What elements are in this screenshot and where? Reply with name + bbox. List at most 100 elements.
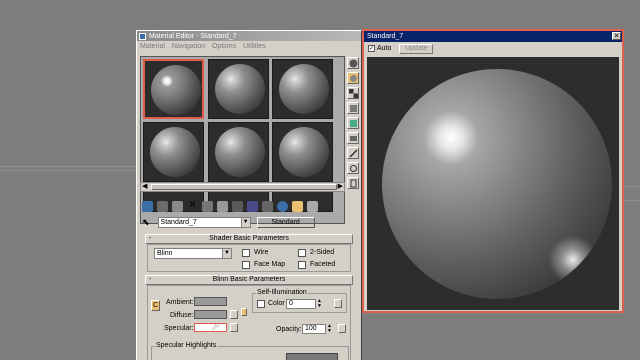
shader-rollout-title: Shader Basic Parameters bbox=[209, 235, 289, 242]
make-copy-icon[interactable] bbox=[202, 200, 213, 212]
menu-utilities[interactable]: Utilities bbox=[243, 43, 266, 50]
auto-checkbox[interactable]: ✓ bbox=[368, 45, 375, 52]
blinn-rollout-title: Blinn Basic Parameters bbox=[212, 276, 286, 283]
preview-title: Standard_7 bbox=[367, 33, 404, 40]
shader-type-dropdown[interactable]: Blinn ▼ bbox=[154, 248, 232, 259]
pick-material-icon[interactable]: ⬉ bbox=[142, 217, 150, 228]
menu-options[interactable]: Options bbox=[212, 43, 236, 50]
diffuse-color-swatch[interactable] bbox=[194, 310, 227, 319]
opacity-map-button[interactable] bbox=[338, 324, 346, 333]
preview-sphere bbox=[382, 69, 612, 299]
wire-label: Wire bbox=[254, 249, 269, 256]
show-end-result-icon[interactable] bbox=[277, 200, 288, 212]
material-preview-window: Standard_7 ✕ ✓ Auto Update bbox=[362, 29, 624, 313]
material-name-field[interactable]: Standard_7 ▼ bbox=[157, 216, 251, 228]
rollout-toggle: - bbox=[149, 235, 152, 242]
scrollbar-thumb[interactable] bbox=[151, 184, 337, 190]
material-name-row: ⬉ Standard_7 ▼ Standard bbox=[142, 216, 352, 228]
face-map-checkbox[interactable] bbox=[242, 261, 250, 269]
specular-highlights-label: Specular Highlights bbox=[155, 342, 218, 349]
make-preview-icon[interactable] bbox=[347, 132, 359, 144]
scroll-right-icon[interactable]: ▶ bbox=[338, 183, 343, 191]
go-forward-to-sibling-icon[interactable] bbox=[307, 200, 318, 212]
sample-slot-6[interactable] bbox=[272, 122, 333, 182]
material-editor-titlebar[interactable]: Material Editor - Standard_7 bbox=[137, 31, 361, 41]
spinner-icon[interactable]: ▲ ▼ bbox=[317, 299, 322, 309]
self-illum-value: 0 bbox=[289, 300, 293, 307]
uv-tiling-icon[interactable] bbox=[347, 102, 359, 114]
sample-sphere bbox=[150, 127, 200, 177]
backlight-icon[interactable] bbox=[347, 72, 359, 84]
blinn-rollout-header[interactable]: - Blinn Basic Parameters bbox=[145, 275, 353, 285]
chevron-down-icon[interactable]: ▼ bbox=[222, 249, 231, 258]
select-by-material-icon[interactable] bbox=[347, 162, 359, 174]
lock-label: C bbox=[152, 302, 159, 309]
specular-map-button[interactable] bbox=[230, 323, 238, 332]
two-sided-label: 2-Sided bbox=[310, 249, 335, 256]
material-navigator-icon[interactable] bbox=[347, 177, 359, 189]
sample-sphere bbox=[151, 65, 201, 115]
self-illum-map-button[interactable] bbox=[334, 299, 342, 308]
opacity-field[interactable]: 100 bbox=[302, 324, 326, 334]
material-name-text: Standard_7 bbox=[160, 218, 197, 226]
self-illumination-label: Self-Illumination bbox=[256, 289, 308, 296]
grid-line bbox=[0, 166, 136, 167]
sample-slot-1[interactable] bbox=[143, 59, 204, 119]
sample-slot-3[interactable] bbox=[272, 59, 333, 119]
background-checker-icon[interactable] bbox=[347, 87, 359, 99]
self-illum-value-field[interactable]: 0 bbox=[286, 299, 316, 309]
options-icon[interactable] bbox=[347, 147, 359, 159]
wire-checkbox[interactable] bbox=[242, 249, 250, 257]
two-sided-checkbox[interactable] bbox=[298, 249, 306, 257]
opacity-label: Opacity: bbox=[276, 326, 302, 333]
ambient-color-swatch[interactable] bbox=[194, 297, 227, 306]
sample-sphere bbox=[215, 64, 265, 114]
sample-type-icon[interactable] bbox=[347, 57, 359, 69]
specular-highlights-group: Specular Highlights bbox=[151, 342, 349, 360]
preview-titlebar[interactable]: Standard_7 ✕ bbox=[364, 31, 622, 42]
side-toolbar bbox=[347, 57, 360, 192]
blinn-rollout-panel: C Ambient: Diffuse: Specular: Self-Illum… bbox=[147, 285, 351, 360]
put-to-scene-icon[interactable] bbox=[157, 200, 168, 212]
slots-horizontal-scrollbar[interactable]: ◀ ▶ bbox=[140, 182, 345, 192]
diffuse-map-button[interactable] bbox=[230, 310, 238, 319]
menu-material[interactable]: Material bbox=[140, 43, 165, 50]
scroll-left-icon[interactable]: ◀ bbox=[142, 183, 147, 191]
sample-slot-5[interactable] bbox=[208, 122, 269, 182]
close-icon[interactable]: ✕ bbox=[612, 32, 621, 40]
menu-navigation[interactable]: Navigation bbox=[172, 43, 205, 50]
video-color-check-icon[interactable] bbox=[347, 117, 359, 129]
shader-rollout-header[interactable]: - Shader Basic Parameters bbox=[145, 234, 353, 244]
put-to-library-icon[interactable] bbox=[232, 200, 243, 212]
make-unique-icon[interactable] bbox=[217, 200, 228, 212]
grid-line bbox=[624, 186, 640, 187]
shader-type-value: Blinn bbox=[157, 250, 173, 257]
auto-label: Auto bbox=[377, 45, 392, 52]
self-illumination-group: Self-Illumination Color 0 ▲ ▼ bbox=[252, 289, 347, 313]
spinner-icon[interactable]: ▲ ▼ bbox=[327, 324, 332, 334]
material-type-button[interactable]: Standard bbox=[256, 216, 315, 228]
grid-line bbox=[624, 200, 640, 201]
chevron-down-icon[interactable]: ▼ bbox=[240, 217, 250, 227]
window-title: Material Editor - Standard_7 bbox=[149, 32, 237, 40]
sample-slot-4[interactable] bbox=[143, 122, 204, 182]
app-icon bbox=[139, 32, 146, 40]
lock-icon[interactable] bbox=[241, 308, 247, 316]
faceted-checkbox[interactable] bbox=[298, 261, 306, 269]
material-effects-channel-icon[interactable] bbox=[247, 200, 258, 212]
sample-sphere bbox=[215, 127, 265, 177]
self-illum-color-checkbox[interactable] bbox=[257, 300, 265, 308]
reset-map-icon[interactable]: ✕ bbox=[187, 200, 198, 212]
shader-rollout-panel: Blinn ▼ Wire 2-Sided Face Map Faceted bbox=[147, 244, 351, 272]
get-material-icon[interactable] bbox=[142, 200, 153, 212]
ambient-label: Ambient: bbox=[166, 299, 194, 306]
preview-render-view[interactable] bbox=[367, 57, 619, 310]
assign-material-icon[interactable] bbox=[172, 200, 183, 212]
lock-ambient-diffuse-button[interactable]: C bbox=[151, 300, 160, 311]
show-map-in-viewport-icon[interactable] bbox=[262, 200, 273, 212]
sample-slot-2[interactable] bbox=[208, 59, 269, 119]
material-toolbar: ✕ bbox=[142, 199, 352, 213]
opacity-value: 100 bbox=[305, 325, 317, 332]
update-button[interactable]: Update bbox=[399, 43, 434, 54]
go-to-parent-icon[interactable] bbox=[292, 200, 303, 212]
